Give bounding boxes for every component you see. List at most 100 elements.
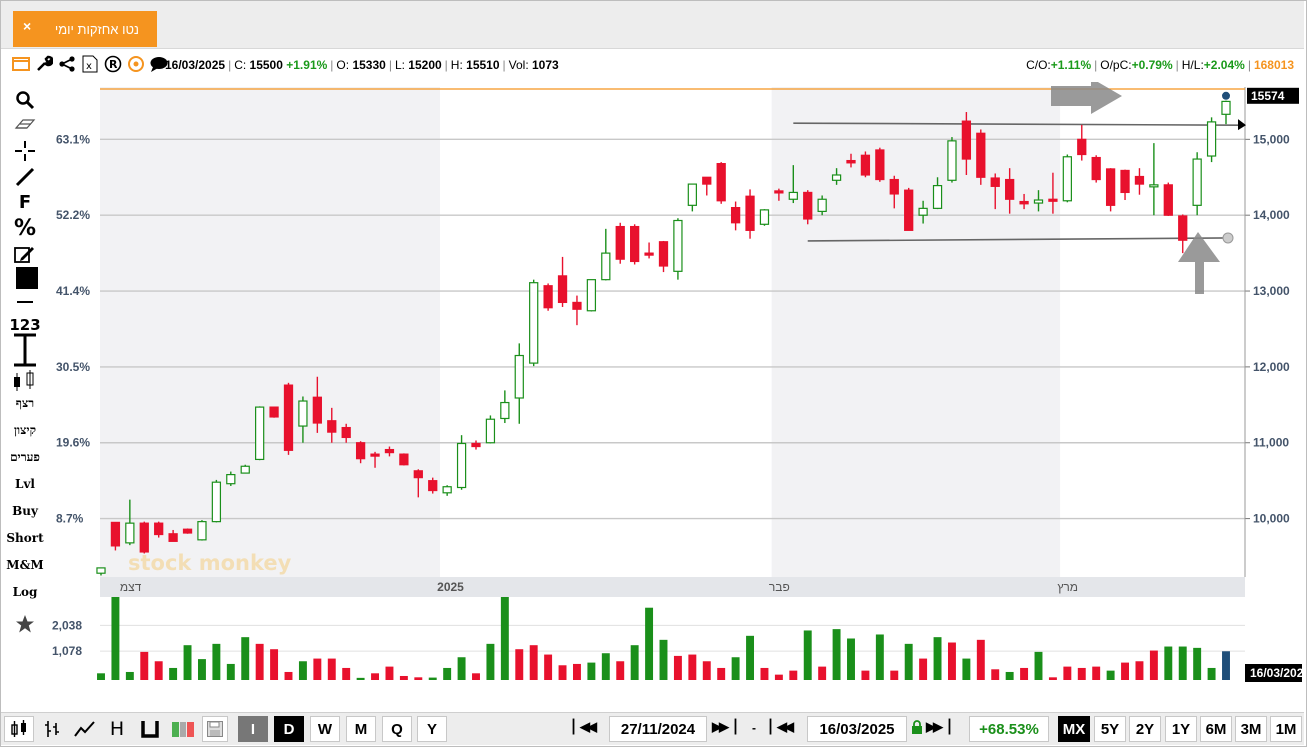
range-6m[interactable]: 6M <box>1200 716 1232 742</box>
buy-button[interactable]: Buy <box>4 504 46 518</box>
period-d[interactable]: D <box>274 716 304 742</box>
low-value: 15200 <box>408 58 442 72</box>
range-1m[interactable]: 1M <box>1270 716 1302 742</box>
range-3m[interactable]: 3M <box>1235 716 1267 742</box>
save-icon[interactable] <box>202 716 228 742</box>
fibonacci-button[interactable]: F <box>4 192 46 213</box>
volume-bar <box>212 643 221 680</box>
volume-bar <box>803 630 812 680</box>
mm-button[interactable]: M&M <box>4 558 46 572</box>
range-2y[interactable]: 2Y <box>1129 716 1161 742</box>
lock-icon[interactable] <box>911 720 923 738</box>
candles-tool-icon[interactable] <box>4 369 46 396</box>
star-icon[interactable] <box>4 614 46 637</box>
last-price-label: 15574 <box>1251 89 1285 103</box>
volume-bar <box>1164 646 1173 680</box>
extreme-button[interactable]: קיצון <box>4 423 46 438</box>
bars-icon[interactable] <box>168 716 198 742</box>
volume-bar <box>255 643 264 680</box>
end-last-icon[interactable]: ▶▶▕ <box>926 719 950 735</box>
share-icon[interactable] <box>57 54 77 74</box>
range-5y[interactable]: 5Y <box>1094 716 1126 742</box>
ohlc-icon[interactable] <box>37 716 67 742</box>
candle-body <box>240 465 250 474</box>
high-label: H: <box>450 58 463 72</box>
close-tab-button[interactable]: × <box>23 18 31 34</box>
candle <box>976 129 986 185</box>
volume-bar <box>270 649 279 680</box>
candle-body <box>918 207 928 216</box>
candles-icon[interactable] <box>4 716 34 742</box>
target-icon[interactable] <box>126 54 146 74</box>
log-button[interactable]: Log <box>4 585 46 599</box>
x-tick-label: פבר <box>769 580 790 594</box>
candle <box>673 218 683 280</box>
range-mx[interactable]: MX <box>1058 716 1090 742</box>
start-last-icon[interactable]: ▶▶▕ <box>712 719 736 735</box>
line-chart-icon[interactable] <box>70 716 100 742</box>
candle-body <box>889 178 899 195</box>
period-w[interactable]: W <box>310 716 340 742</box>
start-first-icon[interactable]: ▏◀◀ <box>573 719 597 735</box>
edit-icon[interactable] <box>4 244 46 267</box>
candle-body <box>846 159 856 164</box>
chart-tab[interactable]: × נטו אחזקות יומי <box>13 11 157 47</box>
measure-icon[interactable] <box>4 332 46 371</box>
candle-body <box>269 406 279 418</box>
candle-body <box>139 522 149 553</box>
price-chart[interactable]: 10,000 8.7% 11,000 19.6% 12,000 30.5% 13,000 41… <box>50 82 1302 682</box>
crosshair-icon[interactable] <box>4 140 46 165</box>
hl-icon[interactable]: H <box>103 716 131 742</box>
range-1y[interactable]: 1Y <box>1165 716 1197 742</box>
volume-bar <box>414 677 423 680</box>
volume-bar <box>197 659 206 680</box>
continuous-button[interactable]: רצף <box>4 396 46 411</box>
registered-icon[interactable]: R <box>103 54 123 74</box>
candle <box>630 224 640 265</box>
candle-body <box>428 480 438 492</box>
volume-tick-label: 2,038 <box>52 618 82 632</box>
lvl-button[interactable]: Lvl <box>4 477 46 491</box>
wrench-icon[interactable] <box>34 54 54 74</box>
y-pct-label: 19.6% <box>56 436 90 450</box>
period-y[interactable]: Y <box>417 716 447 742</box>
candle-body <box>716 163 726 202</box>
candle-body <box>687 183 697 206</box>
u-icon[interactable] <box>135 716 165 742</box>
line-icon[interactable] <box>4 166 46 191</box>
hl-value: +2.04% <box>1203 58 1245 72</box>
candle-body <box>341 426 351 439</box>
period-q[interactable]: Q <box>382 716 412 742</box>
short-button[interactable]: Short <box>4 531 46 545</box>
candle-body <box>932 185 943 209</box>
gaps-button[interactable]: פערים <box>4 450 46 465</box>
volume-bar <box>154 661 163 680</box>
info-bar: x R 16/03/2025 | C: 15500 +1.91% | O: 15330 |… <box>1 50 1304 80</box>
line-width-icon[interactable] <box>4 296 46 310</box>
volume-bar <box>1063 666 1072 680</box>
volume-bar <box>861 670 870 680</box>
eraser-icon[interactable] <box>4 116 46 135</box>
support-handle <box>1222 232 1234 244</box>
volume-bar <box>991 669 1000 680</box>
end-first-icon[interactable]: ▏◀◀ <box>770 719 794 735</box>
co-value: +1.11% <box>1050 58 1092 72</box>
color-picker[interactable] <box>4 266 46 295</box>
candle-body <box>1033 199 1044 204</box>
volume-bar <box>1207 667 1216 680</box>
period-i[interactable]: I <box>238 716 268 742</box>
candle-body <box>211 481 222 523</box>
volume-bar <box>673 655 682 680</box>
excel-icon[interactable]: x <box>80 54 100 74</box>
period-m[interactable]: M <box>346 716 376 742</box>
percent-button[interactable]: % <box>4 216 46 241</box>
co-label: C/O: <box>1026 58 1051 72</box>
volume-bar <box>529 645 538 680</box>
candle-body <box>630 225 640 263</box>
candle <box>211 479 222 523</box>
search-icon[interactable] <box>4 90 46 113</box>
start-date-field[interactable]: 27/11/2024 <box>609 716 707 742</box>
end-date-field[interactable]: 16/03/2025 <box>807 716 907 742</box>
candle-body <box>961 120 972 160</box>
panel-icon[interactable] <box>11 54 31 74</box>
